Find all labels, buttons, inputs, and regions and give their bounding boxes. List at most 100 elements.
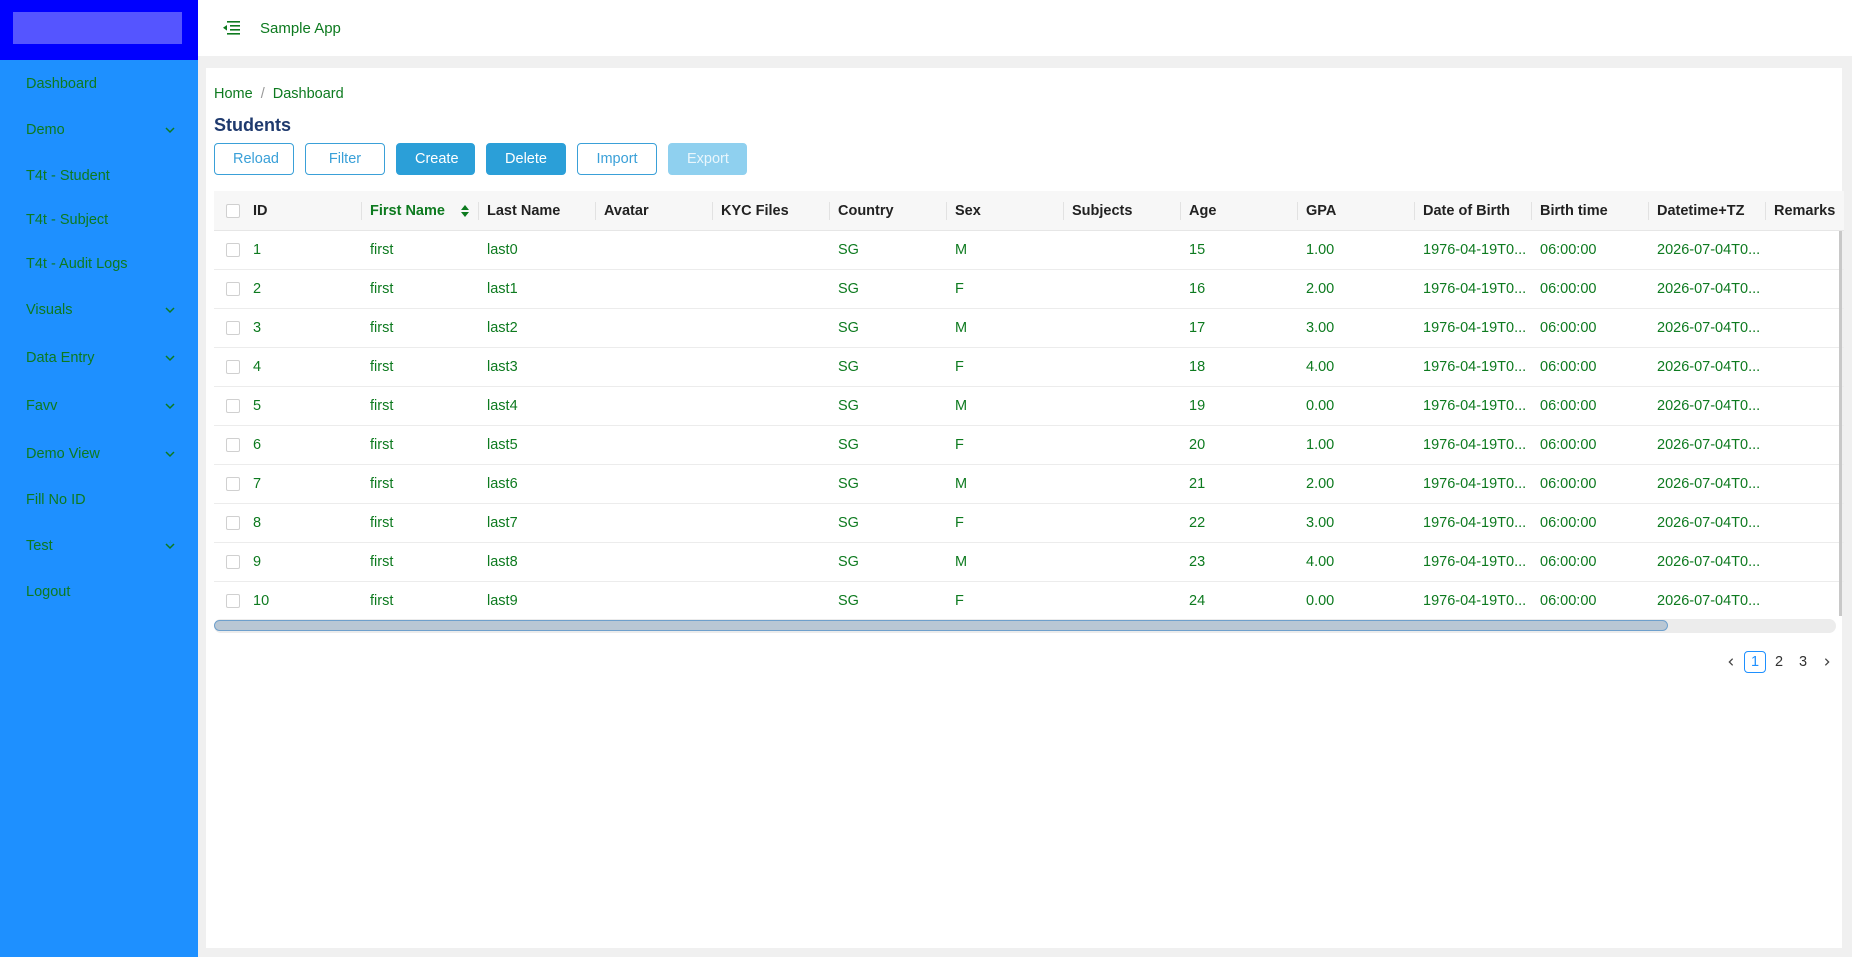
row-select-cell bbox=[214, 581, 245, 617]
cell-first-name: first bbox=[362, 503, 479, 543]
logo-area bbox=[0, 0, 198, 60]
row-select-cell bbox=[214, 269, 245, 309]
chevron-down-icon[interactable] bbox=[164, 448, 176, 460]
chevron-down-icon[interactable] bbox=[164, 400, 176, 412]
column-header-first-name[interactable]: First Name bbox=[362, 191, 479, 231]
table-row[interactable]: 5 first last4 SG M 19 0.00 1976-04-19T0... 06:00… bbox=[214, 386, 1844, 426]
select-all-checkbox[interactable] bbox=[226, 203, 240, 218]
cell-first-name: first bbox=[362, 230, 479, 270]
sidebar-item-dashboard[interactable]: Dashboard bbox=[0, 62, 198, 106]
cell-birth-time: 06:00:00 bbox=[1532, 464, 1649, 504]
horizontal-scrollbar-thumb[interactable] bbox=[214, 620, 1668, 631]
filter-button[interactable]: Filter bbox=[305, 143, 385, 175]
column-header-country[interactable]: Country bbox=[830, 191, 947, 231]
pagination-page-3[interactable]: 3 bbox=[1792, 651, 1814, 673]
chevron-down-icon[interactable] bbox=[164, 400, 176, 412]
sidebar-item-demo[interactable]: Demo bbox=[0, 106, 198, 154]
chevron-down-icon[interactable] bbox=[164, 448, 176, 460]
row-select-cell bbox=[214, 386, 245, 426]
row-checkbox[interactable] bbox=[226, 399, 240, 414]
chevron-down-icon[interactable] bbox=[164, 304, 176, 316]
cell-sex: F bbox=[947, 425, 1064, 465]
row-checkbox[interactable] bbox=[226, 438, 240, 453]
cell-avatar bbox=[596, 425, 713, 465]
cell-first-name: first bbox=[362, 269, 479, 309]
cell-subjects bbox=[1064, 347, 1181, 387]
cell-remarks bbox=[1766, 308, 1844, 348]
pagination-prev[interactable] bbox=[1720, 651, 1742, 673]
sidebar-item-logout[interactable]: Logout bbox=[0, 570, 198, 614]
column-header-id[interactable]: ID bbox=[245, 191, 362, 231]
cell-date-of-birth: 1976-04-19T0... bbox=[1415, 425, 1532, 465]
horizontal-scrollbar[interactable] bbox=[214, 619, 1836, 633]
column-header-datetime-tz[interactable]: Datetime+TZ bbox=[1649, 191, 1766, 231]
chevron-right-icon[interactable] bbox=[1822, 657, 1832, 667]
sidebar-item-t4t-student[interactable]: T4t - Student bbox=[0, 154, 198, 198]
sidebar-item-data-entry[interactable]: Data Entry bbox=[0, 334, 198, 382]
column-header-gpa[interactable]: GPA bbox=[1298, 191, 1415, 231]
chevron-down-icon[interactable] bbox=[164, 352, 176, 364]
vertical-scrollbar[interactable] bbox=[1839, 231, 1842, 616]
breadcrumb-home[interactable]: Home bbox=[214, 86, 253, 102]
row-checkbox[interactable] bbox=[226, 282, 240, 297]
cell-gpa: 1.00 bbox=[1298, 230, 1415, 270]
table-row[interactable]: 6 first last5 SG F 20 1.00 1976-04-19T0... 06:00… bbox=[214, 425, 1844, 465]
chevron-down-icon[interactable] bbox=[164, 124, 176, 136]
sidebar-item-t4t-subject[interactable]: T4t - Subject bbox=[0, 198, 198, 242]
column-header-sex[interactable]: Sex bbox=[947, 191, 1064, 231]
chevron-down-icon[interactable] bbox=[164, 540, 176, 552]
cell-sex: F bbox=[947, 581, 1064, 617]
select-all-header bbox=[214, 191, 245, 231]
column-header-subjects[interactable]: Subjects bbox=[1064, 191, 1181, 231]
sidebar-item-favv[interactable]: Favv bbox=[0, 382, 198, 430]
column-header-kyc-files[interactable]: KYC Files bbox=[713, 191, 830, 231]
column-header-remarks[interactable]: Remarks bbox=[1766, 191, 1844, 231]
column-header-last-name[interactable]: Last Name bbox=[479, 191, 596, 231]
delete-button[interactable]: Delete bbox=[486, 143, 566, 175]
column-header-label: Sex bbox=[955, 202, 981, 219]
table-row[interactable]: 4 first last3 SG F 18 4.00 1976-04-19T0... 06:00… bbox=[214, 347, 1844, 387]
create-button[interactable]: Create bbox=[396, 143, 475, 175]
cell-last-name: last8 bbox=[479, 542, 596, 582]
sidebar-item-demo-view[interactable]: Demo View bbox=[0, 430, 198, 478]
column-header-birth-time[interactable]: Birth time bbox=[1532, 191, 1649, 231]
import-button[interactable]: Import bbox=[577, 143, 657, 175]
table-row[interactable]: 2 first last1 SG F 16 2.00 1976-04-19T0... 06:00… bbox=[214, 269, 1844, 309]
row-checkbox[interactable] bbox=[226, 360, 240, 375]
sidebar-item-test[interactable]: Test bbox=[0, 522, 198, 570]
column-header-age[interactable]: Age bbox=[1181, 191, 1298, 231]
cell-id: 6 bbox=[245, 425, 362, 465]
column-header-date-of-birth[interactable]: Date of Birth bbox=[1415, 191, 1532, 231]
table-row[interactable]: 3 first last2 SG M 17 3.00 1976-04-19T0... 06:00… bbox=[214, 308, 1844, 348]
pagination-page-2[interactable]: 2 bbox=[1768, 651, 1790, 673]
sidebar-item-fill-no-id[interactable]: Fill No ID bbox=[0, 478, 198, 522]
sidebar-item-t4t-audit-logs[interactable]: T4t - Audit Logs bbox=[0, 242, 198, 286]
row-checkbox[interactable] bbox=[226, 321, 240, 336]
table-row[interactable]: 9 first last8 SG M 23 4.00 1976-04-19T0... 06:00… bbox=[214, 542, 1844, 582]
table-row[interactable]: 10 first last9 SG F 24 0.00 1976-04-19T0... 06:0… bbox=[214, 581, 1844, 617]
reload-button[interactable]: Reload bbox=[214, 143, 294, 175]
column-header-avatar[interactable]: Avatar bbox=[596, 191, 713, 231]
row-checkbox[interactable] bbox=[226, 516, 240, 531]
chevron-left-icon[interactable] bbox=[1726, 657, 1736, 667]
table-row[interactable]: 1 first last0 SG M 15 1.00 1976-04-19T0... 06:00… bbox=[214, 230, 1844, 270]
chevron-down-icon[interactable] bbox=[164, 540, 176, 552]
pagination-page-1[interactable]: 1 bbox=[1744, 651, 1766, 673]
row-checkbox[interactable] bbox=[226, 243, 240, 258]
table-row[interactable]: 8 first last7 SG F 22 3.00 1976-04-19T0... 06:00… bbox=[214, 503, 1844, 543]
row-checkbox[interactable] bbox=[226, 555, 240, 570]
chevron-down-icon[interactable] bbox=[164, 352, 176, 364]
table-row[interactable]: 7 first last6 SG M 21 2.00 1976-04-19T0... 06:00… bbox=[214, 464, 1844, 504]
sort-icon[interactable] bbox=[461, 203, 469, 219]
row-checkbox[interactable] bbox=[226, 477, 240, 492]
logo[interactable] bbox=[13, 12, 182, 44]
pagination: 123 bbox=[1720, 651, 1840, 673]
chevron-down-icon[interactable] bbox=[164, 124, 176, 136]
chevron-down-icon[interactable] bbox=[164, 304, 176, 316]
pagination-next[interactable] bbox=[1816, 651, 1838, 673]
cell-datetime-tz: 2026-07-04T0... bbox=[1649, 503, 1766, 543]
menu-fold-icon[interactable] bbox=[222, 20, 240, 36]
cell-first-name: first bbox=[362, 347, 479, 387]
sidebar-item-visuals[interactable]: Visuals bbox=[0, 286, 198, 334]
row-checkbox[interactable] bbox=[226, 594, 240, 609]
